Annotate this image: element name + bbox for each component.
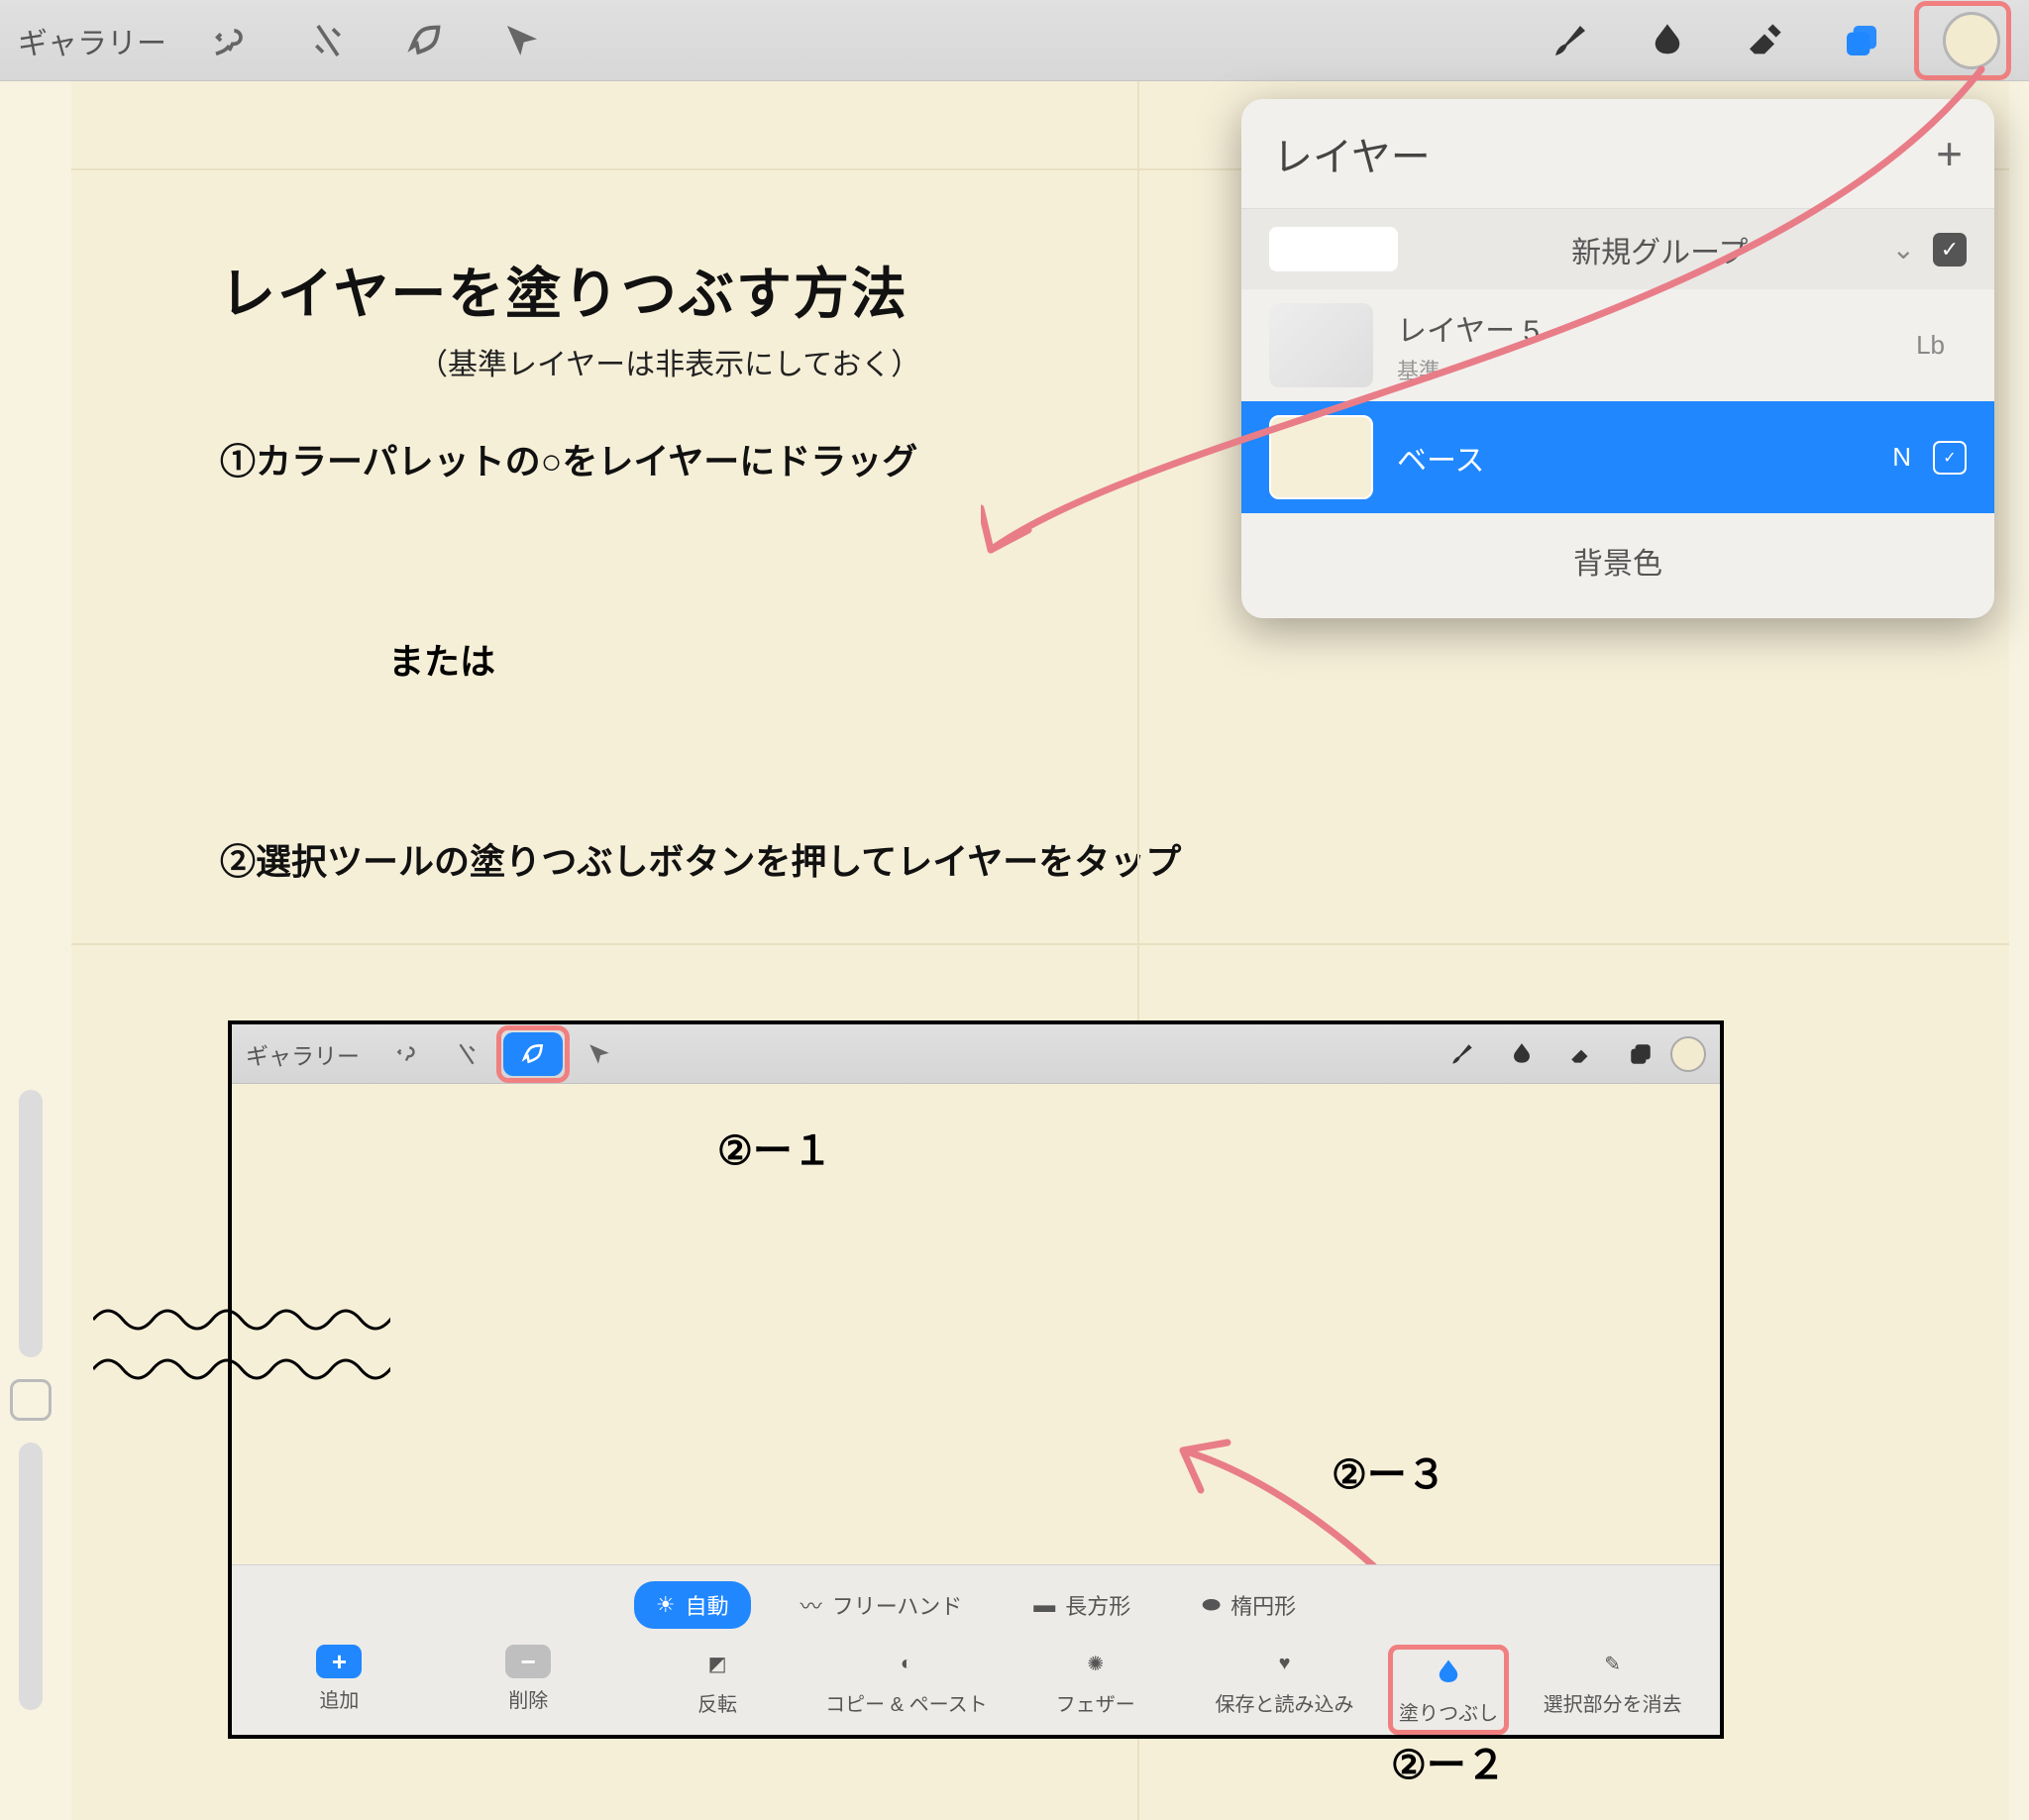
action-copypaste[interactable]: ◐ コピー & ペースト: [820, 1645, 992, 1735]
layers-panel: レイヤー + 新規グループ ⌄ ✓ レイヤー 5 基準 Lb ベース N ✓ 背…: [1241, 99, 1994, 618]
note-or: または: [388, 633, 1861, 685]
mode-ellipse[interactable]: ⬬ 楕円形: [1180, 1581, 1318, 1629]
action-label: 追加: [319, 1684, 359, 1713]
mode-label: 楕円形: [1230, 1589, 1296, 1621]
action-label: 塗りつぶし: [1399, 1697, 1498, 1726]
action-fill[interactable]: 塗りつぶし: [1399, 1654, 1498, 1726]
embed-gallery[interactable]: ギャラリー: [246, 1037, 360, 1071]
layer-thumb: [1269, 415, 1373, 499]
chevron-down-icon[interactable]: ⌄: [1892, 233, 1915, 266]
embed-layers-icon[interactable]: [1611, 1032, 1670, 1076]
auto-mode-icon: ☀: [656, 1592, 676, 1618]
modify-button[interactable]: [10, 1379, 52, 1421]
color-swatch[interactable]: [1943, 12, 2000, 69]
ellipse-icon: ⬬: [1202, 1592, 1221, 1618]
action-remove[interactable]: − 削除: [443, 1645, 614, 1735]
layer-subtitle: 基準: [1397, 354, 1916, 385]
top-toolbar: ギャラリー: [0, 0, 2029, 81]
note-step2: ②選択ツールの塗りつぶしボタンを押してレイヤーをタップ: [220, 833, 1861, 885]
group-thumb: [1269, 227, 1398, 271]
annotation-2-1: ②ー１: [717, 1119, 832, 1176]
action-clear[interactable]: ✎ 選択部分を消去: [1527, 1645, 1698, 1735]
eraser-icon[interactable]: [1720, 10, 1809, 71]
mode-freehand[interactable]: 〰 フリーハンド: [779, 1581, 985, 1629]
layers-panel-title: レイヤー: [1273, 125, 1431, 182]
action-label: 削除: [508, 1684, 548, 1713]
mode-label: フリーハンド: [832, 1589, 963, 1621]
layer-row-5[interactable]: レイヤー 5 基準 Lb: [1241, 289, 1994, 401]
move-icon[interactable]: [478, 10, 567, 71]
layer-name: レイヤー 5: [1397, 306, 1916, 350]
add-layer-button[interactable]: +: [1936, 127, 1963, 180]
embed-brush-icon[interactable]: [1433, 1032, 1492, 1076]
background-label: 背景色: [1573, 539, 1662, 583]
annotation-2-3: ②ー３: [1332, 1443, 1446, 1500]
mode-label: 自動: [686, 1589, 729, 1621]
rect-icon: ▬: [1033, 1592, 1055, 1618]
action-add[interactable]: + 追加: [254, 1645, 425, 1735]
color-swatch-highlight: [1914, 1, 2011, 80]
background-layer-row[interactable]: 背景色: [1241, 513, 1994, 608]
group-visible-checkbox[interactable]: ✓: [1933, 233, 1967, 267]
mode-label: 長方形: [1065, 1589, 1130, 1621]
selection-toolbar: ☀ 自動 〰 フリーハンド ▬ 長方形 ⬬ 楕円形 + 追加 −: [232, 1564, 1720, 1735]
feather-icon: ✺: [1077, 1645, 1115, 1682]
embed-move-icon[interactable]: [570, 1032, 629, 1076]
opacity-slider[interactable]: [19, 1443, 43, 1710]
smudge-icon[interactable]: [1623, 10, 1712, 71]
mode-auto[interactable]: ☀ 自動: [634, 1581, 751, 1629]
layer-thumb: [1269, 303, 1373, 387]
selection-icon[interactable]: [380, 10, 470, 71]
brush-size-slider[interactable]: [19, 1090, 43, 1357]
layer-name: ベース: [1397, 436, 1892, 480]
embed-selection-highlight: [496, 1025, 570, 1083]
wavy-line-2: [93, 1351, 390, 1386]
embed-actions-icon[interactable]: [377, 1032, 437, 1076]
layer-visible-checkbox[interactable]: ✓: [1933, 441, 1967, 475]
layer-row-base[interactable]: ベース N ✓: [1241, 401, 1994, 513]
embed-eraser-icon[interactable]: [1551, 1032, 1611, 1076]
gallery-button[interactable]: ギャラリー: [18, 19, 166, 62]
actions-icon[interactable]: [186, 10, 275, 71]
embed-selection-icon[interactable]: [503, 1032, 563, 1076]
layer-group-row[interactable]: 新規グループ ⌄ ✓: [1241, 209, 1994, 289]
action-label: 反転: [697, 1688, 737, 1717]
copy-icon: ◐: [888, 1645, 925, 1682]
embed-color-swatch[interactable]: [1670, 1036, 1706, 1072]
fill-highlight: 塗りつぶし: [1388, 1645, 1509, 1735]
action-label: フェザー: [1056, 1688, 1135, 1717]
fill-icon: [1430, 1654, 1467, 1691]
layer-blend-mode[interactable]: N: [1892, 442, 1911, 473]
embedded-screenshot: ギャラリー ②ー１ ②ー３ ☀ 自動 〰 フリーハンド: [228, 1020, 1724, 1739]
brush-icon[interactable]: [1526, 10, 1615, 71]
embed-smudge-icon[interactable]: [1492, 1032, 1551, 1076]
action-label: コピー & ペースト: [825, 1688, 987, 1717]
embed-toolbar: ギャラリー: [232, 1024, 1720, 1084]
minus-icon: −: [505, 1645, 551, 1678]
action-saveload[interactable]: ♥ 保存と読み込み: [1199, 1645, 1370, 1735]
invert-icon: ◩: [698, 1645, 736, 1682]
embed-adjust-icon[interactable]: [437, 1032, 496, 1076]
layer-blend-mode[interactable]: Lb: [1916, 330, 1945, 361]
heart-icon: ♥: [1266, 1645, 1304, 1682]
mode-rect[interactable]: ▬ 長方形: [1012, 1581, 1152, 1629]
group-name: 新規グループ: [1428, 228, 1892, 271]
plus-icon: +: [316, 1645, 362, 1678]
action-label: 保存と読み込み: [1216, 1688, 1354, 1717]
annotation-2-2: ②ー２: [1391, 1733, 1506, 1790]
action-invert[interactable]: ◩ 反転: [632, 1645, 803, 1735]
side-dock: [0, 1090, 61, 1710]
action-feather[interactable]: ✺ フェザー: [1010, 1645, 1181, 1735]
layers-icon[interactable]: [1817, 10, 1906, 71]
wavy-line-1: [93, 1302, 390, 1337]
clear-icon: ✎: [1594, 1645, 1632, 1682]
action-label: 選択部分を消去: [1544, 1688, 1682, 1717]
adjustments-icon[interactable]: [283, 10, 373, 71]
freehand-icon: 〰: [801, 1589, 822, 1621]
